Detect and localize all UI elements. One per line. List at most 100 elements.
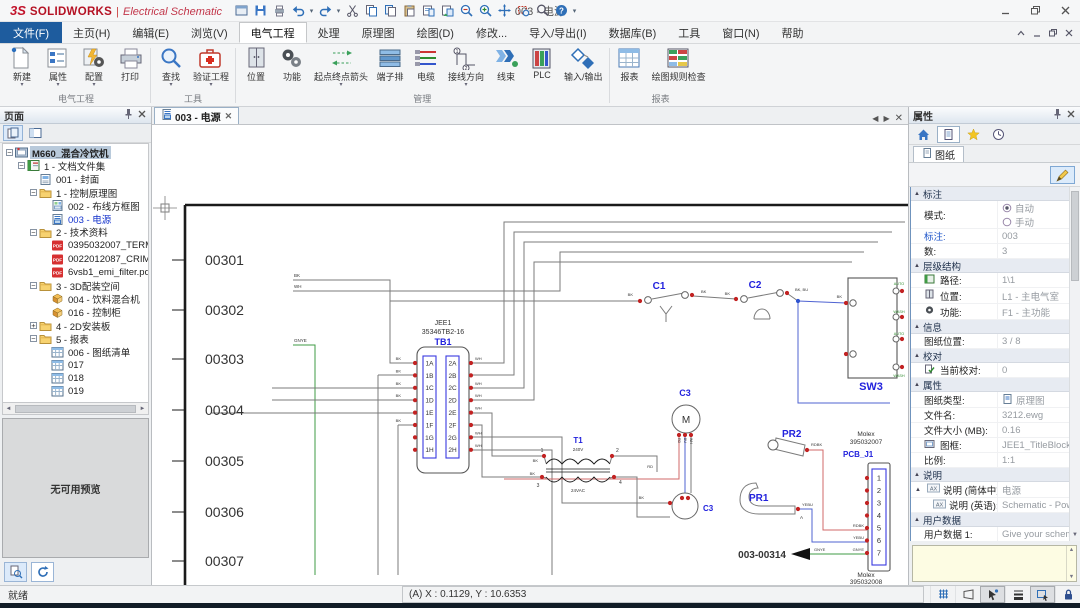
property-row[interactable]: 位置:L1 - 主电气室: [911, 288, 1069, 304]
property-row[interactable]: 用户数据 1:Give your schem: [911, 527, 1069, 541]
redo-icon[interactable]: [316, 2, 334, 20]
ribbon-button-cable[interactable]: 电缆: [408, 45, 444, 88]
trapezoid-toggle[interactable]: [955, 586, 980, 603]
ribbon-button-props[interactable]: 属性▾: [40, 45, 76, 88]
property-row[interactable]: 路径:1\1: [911, 273, 1069, 288]
ribbon-button-wiredir[interactable]: 12接线方向▾: [444, 45, 488, 88]
menu-tab-n[interactable]: 窗口(N): [711, 22, 770, 43]
tree-item[interactable]: −006 - 图纸清单: [3, 345, 148, 358]
tree-item[interactable]: −5 - 报表: [3, 332, 148, 345]
ribbon-button-odarrow[interactable]: 起点终点箭头▾: [310, 45, 372, 88]
dropdown-caret-icon[interactable]: ▾: [308, 7, 315, 15]
snap-toggle[interactable]: [980, 586, 1005, 603]
ribbon-button-terminal[interactable]: 端子排: [372, 45, 408, 88]
section-header-标注[interactable]: ▲标注: [911, 187, 1069, 201]
radio-option[interactable]: 手动: [1002, 216, 1034, 227]
refresh-button[interactable]: [31, 562, 54, 582]
tab-close-icon[interactable]: ✕: [225, 111, 233, 122]
expand-icon[interactable]: +: [30, 322, 37, 329]
radio-option[interactable]: 自动: [1002, 202, 1034, 213]
home-tab-icon[interactable]: [912, 126, 935, 143]
lock-toggle[interactable]: [1055, 586, 1080, 603]
paste-sheet-icon[interactable]: [438, 2, 456, 20]
collapse-icon[interactable]: −: [30, 282, 37, 289]
menu-tab-[interactable]: 原理图: [351, 22, 406, 43]
document-tab[interactable]: 003 - 电源 ✕: [154, 107, 239, 124]
panel-view-button[interactable]: [25, 125, 45, 141]
ribbon-button-new[interactable]: 新建▾: [4, 45, 40, 88]
tree-item[interactable]: −016 - 控制柜: [3, 306, 148, 319]
restore-doc-icon[interactable]: [1048, 28, 1058, 38]
property-row[interactable]: AX说明 (英语):Schematic - Pow: [911, 498, 1069, 513]
sheet-tab[interactable]: 图纸: [913, 146, 964, 162]
print-icon[interactable]: [270, 2, 288, 20]
save-icon[interactable]: [251, 2, 269, 20]
section-header-校对[interactable]: ▲校对: [911, 349, 1069, 363]
property-row[interactable]: 文件名:3212.ewg: [911, 408, 1069, 423]
copy-icon[interactable]: [362, 2, 380, 20]
menu-tab-[interactable]: 帮助: [771, 22, 815, 43]
close-icon[interactable]: [1066, 109, 1076, 122]
tree-item[interactable]: −018: [3, 372, 148, 385]
property-row[interactable]: ▲AX说明 (简体中文电源: [911, 482, 1069, 498]
tree-item[interactable]: −017: [3, 359, 148, 372]
close-document-icon[interactable]: ✕: [895, 113, 903, 124]
ribbon-button-plc[interactable]: PLC: [524, 45, 560, 85]
ribbon-button-loc[interactable]: 位置: [238, 45, 274, 88]
pin-icon[interactable]: [122, 108, 134, 123]
ribbon-button-func[interactable]: 功能: [274, 45, 310, 88]
menu-tab-[interactable]: 处理: [307, 22, 351, 43]
cut-icon[interactable]: [343, 2, 361, 20]
select-window-toggle[interactable]: [1030, 586, 1055, 603]
menu-tab-v[interactable]: 浏览(V): [180, 22, 239, 43]
section-header-层级结构[interactable]: ▲层级结构: [911, 259, 1069, 273]
ribbon-button-print[interactable]: 打印: [112, 45, 148, 88]
scroll-right-icon[interactable]: ►: [137, 406, 148, 412]
property-row[interactable]: 图纸类型:原理图: [911, 392, 1069, 408]
scrollbar-thumb[interactable]: [1071, 191, 1079, 281]
scrollbar-thumb[interactable]: [15, 405, 136, 413]
menu-tab-[interactable]: 工具: [667, 22, 711, 43]
tree-item[interactable]: −PDF0022012087_CRIMP_H: [3, 252, 148, 265]
tree-item[interactable]: −019: [3, 385, 148, 398]
property-row[interactable]: 功能:F1 - 主功能: [911, 304, 1069, 320]
section-header-属性[interactable]: ▲属性: [911, 378, 1069, 392]
ribbon-button-verify[interactable]: 验证工程▾: [189, 45, 233, 88]
menu-tab-[interactable]: 修改...: [465, 22, 518, 43]
ribbon-button-find[interactable]: 查找▾: [153, 45, 189, 88]
property-row[interactable]: 数:3: [911, 244, 1069, 259]
close-button[interactable]: [1050, 0, 1080, 21]
pin-icon[interactable]: [1051, 108, 1063, 123]
clock-tab-icon[interactable]: [987, 126, 1010, 143]
menu-tab-b[interactable]: 数据库(B): [598, 22, 668, 43]
tree-item[interactable]: −004 - 饮料混合机: [3, 292, 148, 305]
dropdown-caret-icon[interactable]: ▾: [335, 7, 342, 15]
scroll-down-icon[interactable]: ▼: [1070, 530, 1080, 541]
ribbon-button-report[interactable]: 报表: [612, 45, 648, 88]
ribbon-button-config[interactable]: 配置▾: [76, 45, 112, 88]
section-header-信息[interactable]: ▲信息: [911, 320, 1069, 334]
prev-tab-icon[interactable]: ◀: [872, 114, 878, 123]
collapse-icon[interactable]: −: [30, 189, 37, 196]
tree-item[interactable]: −3 - 3D配装空间: [3, 279, 148, 292]
pan-icon[interactable]: [495, 2, 513, 20]
copy-sheet-icon[interactable]: [419, 2, 437, 20]
tree-item[interactable]: −1 - 控制原理图: [3, 186, 148, 199]
section-header-用户数据[interactable]: ▲用户数据: [911, 513, 1069, 527]
app-window-icon[interactable]: [232, 2, 250, 20]
tree-item[interactable]: −2 - 技术资料: [3, 226, 148, 239]
minimize-doc-icon[interactable]: [1032, 28, 1042, 38]
property-grid-scrollbar[interactable]: ▼: [1069, 187, 1080, 541]
property-row[interactable]: 比例:1:1: [911, 453, 1069, 468]
menu-tab-e[interactable]: 编辑(E): [121, 22, 180, 43]
restore-button[interactable]: [1020, 0, 1050, 21]
zoom-out-icon[interactable]: [457, 2, 475, 20]
zoom-area-icon[interactable]: [514, 2, 532, 20]
tree-item[interactable]: −PDF6vsb1_emi_filter.pdf: [3, 266, 148, 279]
property-row[interactable]: 图纸位置:3 / 8: [911, 334, 1069, 349]
paste-icon[interactable]: [400, 2, 418, 20]
menu-tab-i[interactable]: 导入/导出(I): [518, 22, 597, 43]
next-tab-icon[interactable]: ▶: [883, 114, 889, 123]
tree-horizontal-scrollbar[interactable]: ◄ ►: [2, 403, 149, 415]
property-row[interactable]: 文件大小 (MB):0.16: [911, 423, 1069, 438]
